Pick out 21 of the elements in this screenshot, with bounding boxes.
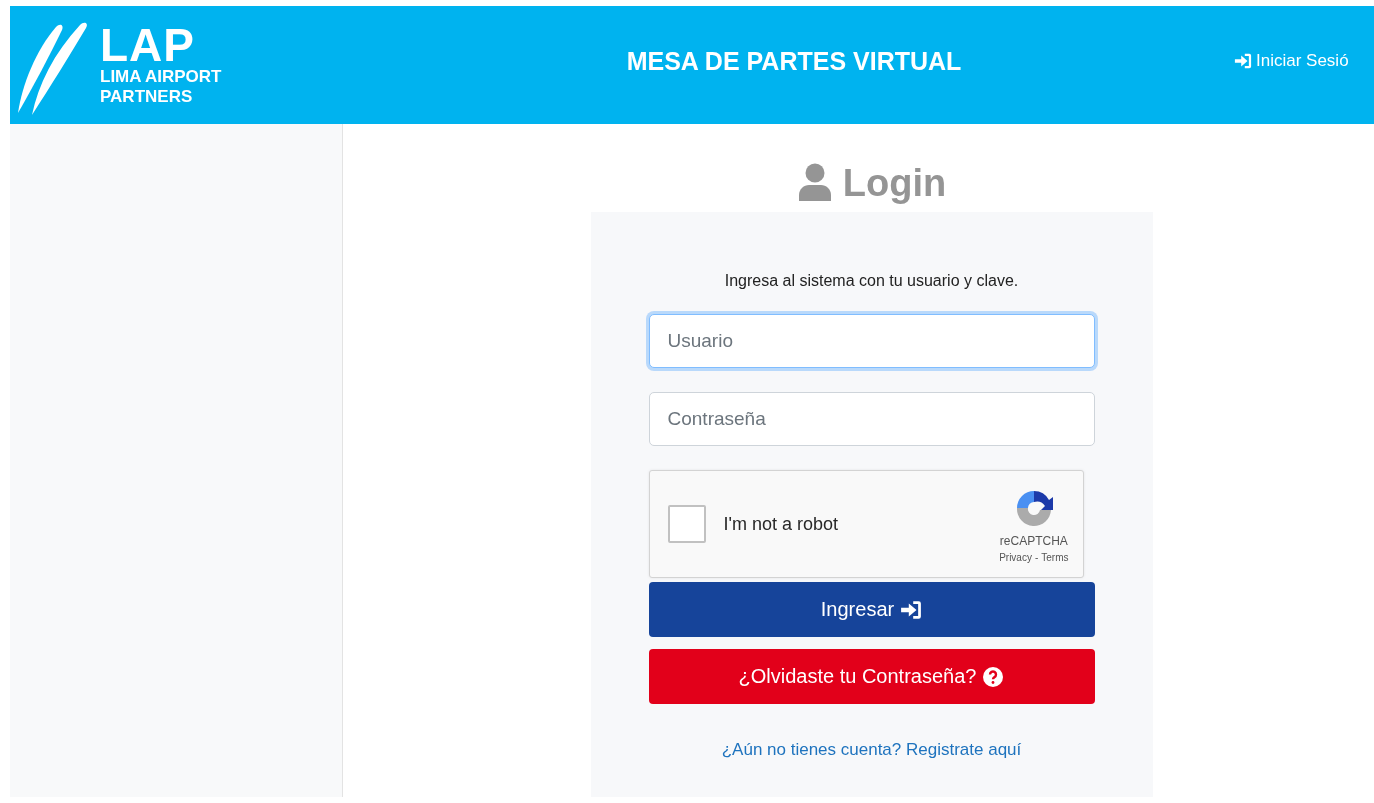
logo-text: LAP <box>100 23 195 67</box>
page-title: MESA DE PARTES VIRTUAL <box>625 46 963 76</box>
logo-subtitle: LIMA AIRPORT <box>100 67 222 87</box>
login-heading: Login <box>842 161 947 205</box>
username-field[interactable]: Usuario <box>648 314 1095 368</box>
logo-subtitle: PARTNERS <box>100 87 194 107</box>
sign-in-icon <box>1234 52 1252 70</box>
login-button[interactable]: Ingresar <box>648 582 1095 637</box>
captcha-checkbox[interactable] <box>667 505 706 543</box>
recaptcha-brand: reCAPTCHA <box>999 533 1068 548</box>
user-icon <box>796 163 833 203</box>
forgot-password-button[interactable]: ¿Olvidaste tu Contraseña? <box>648 649 1095 704</box>
terms-link[interactable]: Terms <box>1041 551 1069 563</box>
sign-in-icon <box>900 598 923 621</box>
privacy-link[interactable]: Privacy <box>999 551 1032 563</box>
captcha-label: I'm not a robot <box>723 513 839 535</box>
help-icon <box>982 665 1005 688</box>
register-link[interactable]: ¿Aún no tienes cuenta? Registrate aquí <box>721 740 1022 760</box>
intro-text: Ingresa al sistema con tu usuario y clave. <box>724 272 1019 290</box>
password-field[interactable]: Contraseña <box>648 392 1095 446</box>
separator-text: - <box>1034 551 1039 563</box>
